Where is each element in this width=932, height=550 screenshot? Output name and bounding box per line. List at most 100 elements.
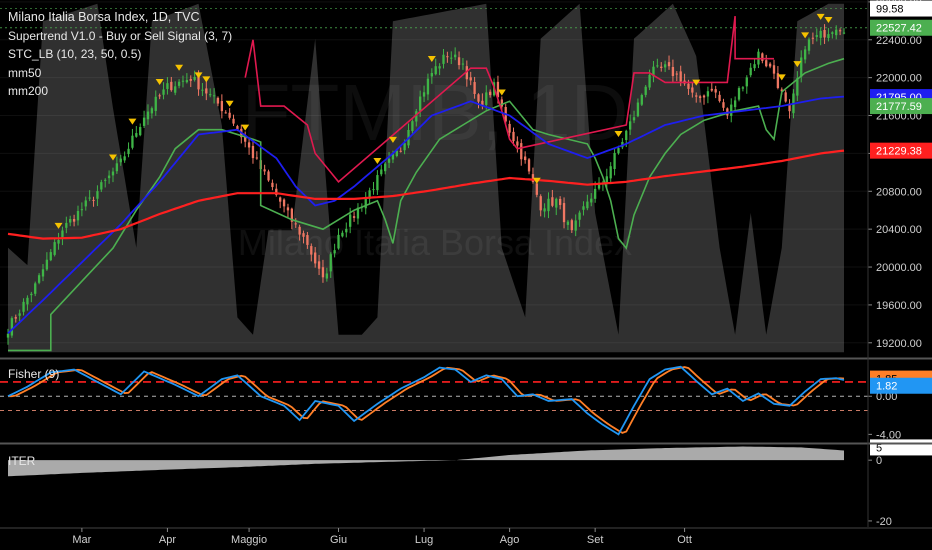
legend-stc[interactable]: STC_LB (10, 23, 50, 0.5) [8,45,232,64]
candle-body [582,206,585,210]
fisher-background [0,360,868,442]
candle-body [251,145,255,159]
candle-body [345,228,348,233]
candle-body [286,207,290,211]
candle-body [558,198,562,205]
candle-body [644,86,647,95]
candle-body [6,333,10,338]
candle-body [399,150,402,152]
candle-body [695,95,698,97]
candle-body [53,242,56,255]
candle-body [667,62,671,67]
fisher-legend[interactable]: Fisher (9) [8,367,59,381]
candle-body [384,163,387,172]
time-tick-label: Giu [330,534,347,546]
candle-body [80,209,84,211]
candle-body [321,267,325,278]
candle-body [660,66,663,68]
fisher-pane [0,360,868,442]
watermark-symbol: FTMIB, 1D [242,68,629,157]
candle-body [527,159,531,172]
price-tick-label: 22000.00 [876,73,922,85]
candle-body [632,117,636,121]
candle-body [115,163,119,172]
watermark-subtitle: Milano Italia Borsa Index [238,222,632,263]
candle-body [88,197,91,199]
candle-body [65,222,68,228]
price-axis[interactable]: 22800.0022400.0022000.0021600.0021200.00… [868,0,932,528]
candle-body [434,66,437,75]
price-badge-text: 21777.59 [876,101,922,113]
candle-body [267,171,270,181]
candle-body [247,142,251,148]
candle-body [469,77,472,81]
candle-body [823,29,826,38]
candle-body [566,221,570,225]
candle-body [570,220,573,231]
candle-body [419,96,422,111]
candle-body [341,232,344,237]
price-tick-label: 20800.00 [876,186,922,198]
time-tick-label: Apr [159,534,176,546]
time-axis[interactable]: Mar Apr Maggio Giu Lug Ago Set Ott [0,527,932,550]
time-tick-label: Set [587,534,604,546]
candle-body [442,54,445,64]
candle-body [14,317,17,319]
price-tick-label: 22400.00 [876,35,922,47]
time-tick-label: Ott [677,534,692,546]
candle-body [842,32,846,34]
candle-body [302,233,305,237]
candle-body [485,92,488,105]
candle-body [376,175,379,191]
candle-body [310,246,313,255]
candle-body [457,57,461,66]
candle-body [282,199,286,207]
price-tick-label: 20400.00 [876,224,922,236]
candle-body [333,250,336,254]
price-badge-text: 22527.42 [876,23,922,35]
legend-supertrend[interactable]: Supertrend V1.0 - Buy or Sell Signal (3,… [8,27,232,46]
candle-body [488,91,492,96]
candle-body [831,32,834,34]
iter-legend[interactable]: ITER [8,454,35,468]
candle-body [628,121,632,130]
candle-body [76,211,80,221]
candle-body [30,293,33,296]
candle-body [800,57,803,77]
candle-body [687,83,690,89]
chart-title[interactable]: Milano Italia Borsa Index, 1D, TVC [8,8,232,27]
candle-body [562,203,566,223]
candle-body [838,30,842,32]
candle-body [710,88,713,91]
candle-body [714,89,717,93]
candle-body [279,197,282,202]
candle-body [648,74,651,88]
candle-body [578,212,581,220]
candle-body [539,196,542,211]
candle-body [18,313,21,316]
candle-body [586,201,589,209]
candle-body [380,169,383,175]
candle-body [450,57,453,59]
candle-body [438,66,441,69]
candle-body [702,95,706,98]
candle-body [691,87,694,93]
main-legend: Milano Italia Borsa Index, 1D, TVC Super… [8,8,232,101]
candle-body [127,148,130,155]
candle-body [111,171,115,176]
candle-body [590,198,593,203]
candle-body [461,63,465,65]
price-badge-text: 21229.38 [876,146,922,158]
candle-body [26,297,29,305]
legend-mm50[interactable]: mm50 [8,64,232,83]
candle-body [640,95,643,105]
candle-body [543,208,546,212]
legend-mm200[interactable]: mm200 [8,82,232,101]
candle-body [827,34,830,39]
time-tick-label: Mar [72,534,91,546]
candle-body [784,92,787,102]
candle-body [593,188,597,199]
candle-body [131,135,134,148]
candle-body [255,157,259,159]
candle-body [84,200,87,207]
